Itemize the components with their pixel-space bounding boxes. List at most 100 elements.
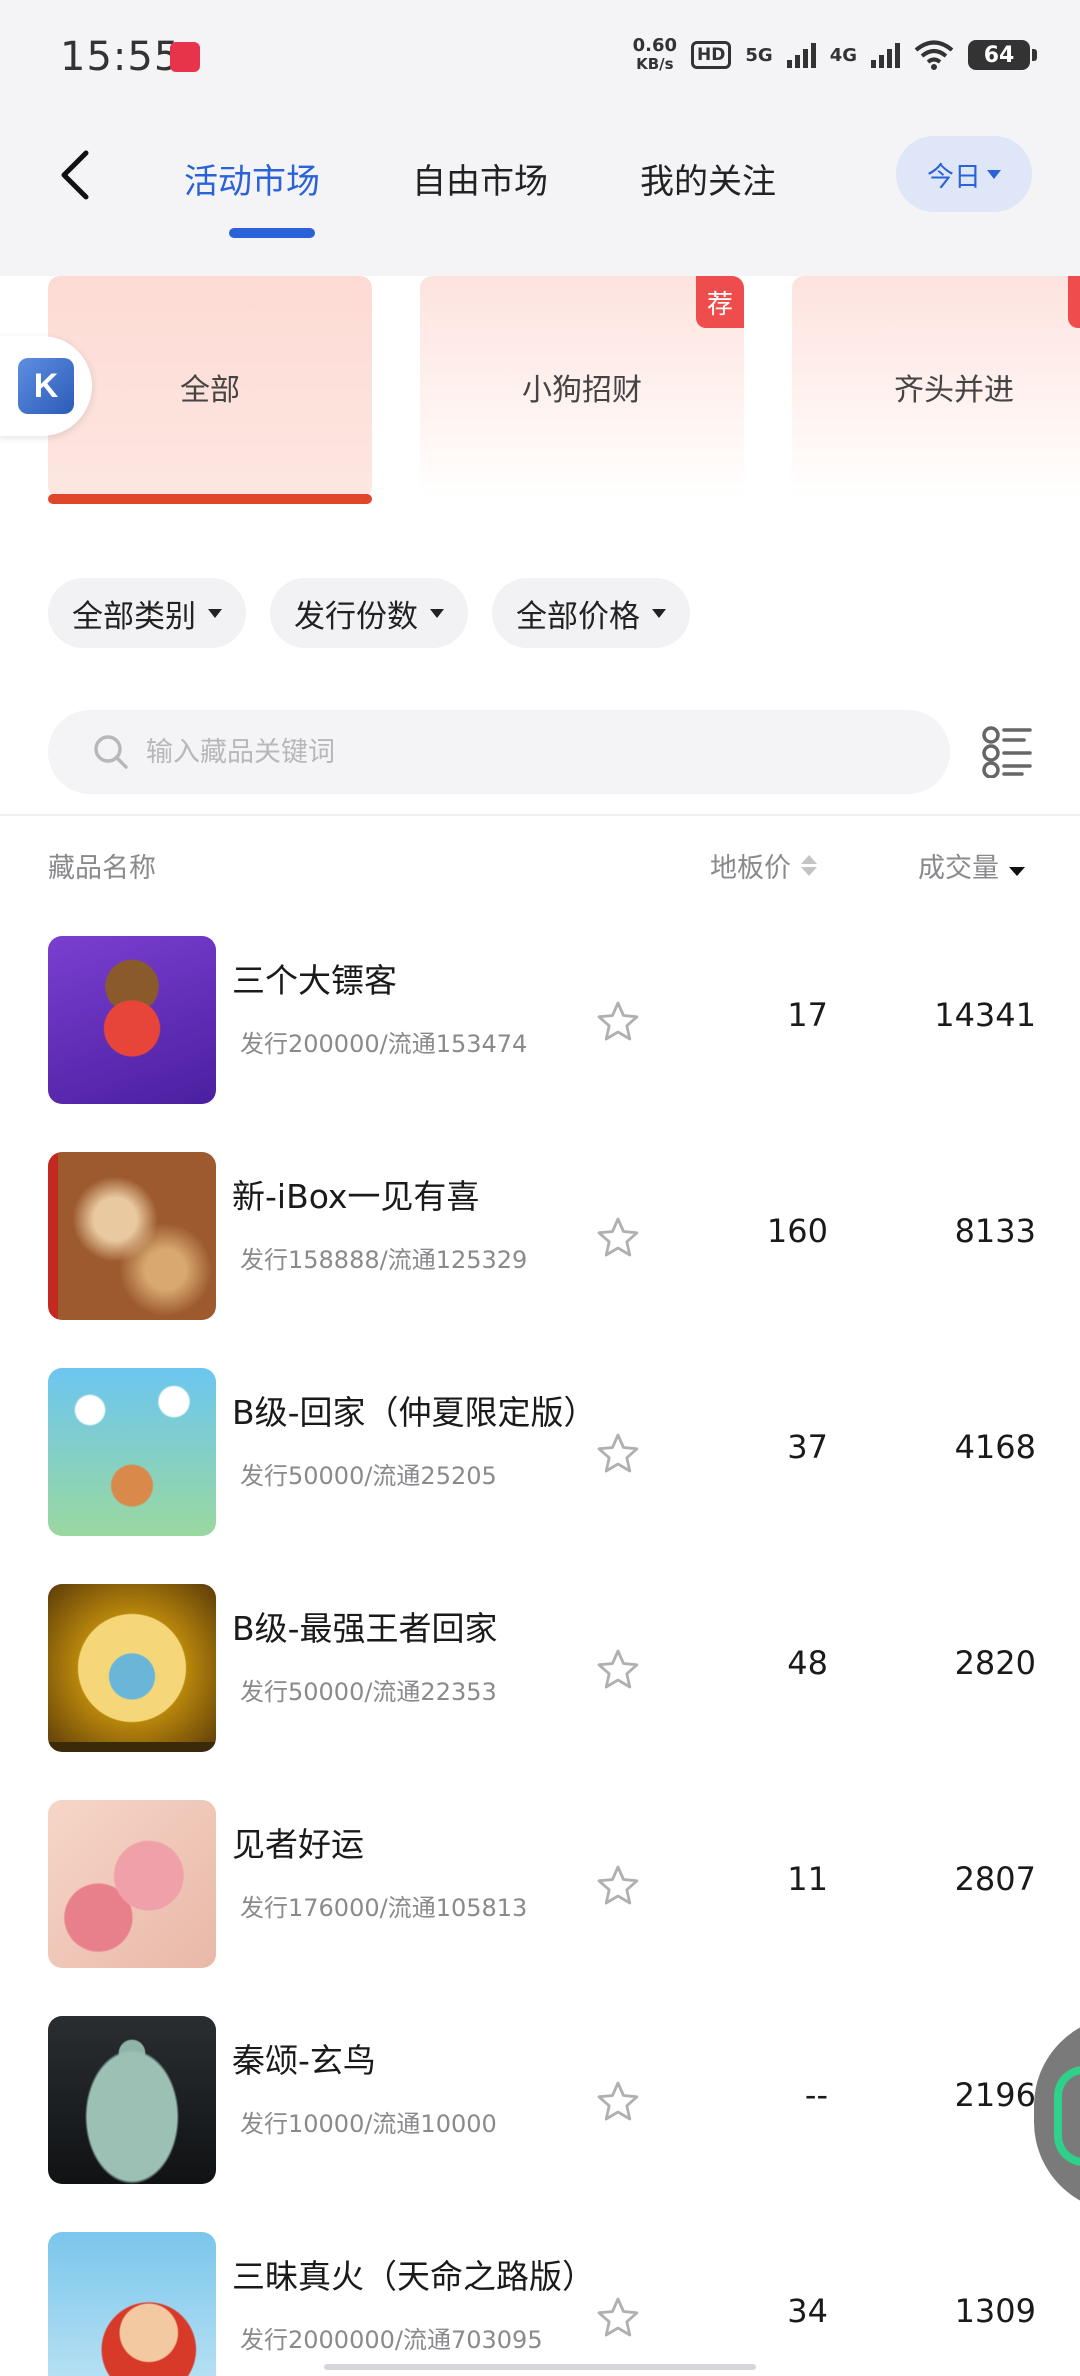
collectible-title: B级-最强王者回家 <box>232 1609 498 1648</box>
home-indicator[interactable] <box>324 2364 756 2370</box>
table-row[interactable]: 见者好运 发行176000/流通105813 11 2807 <box>0 1800 1080 2016</box>
table-row[interactable]: B级-回家（仲夏限定版） 发行50000/流通25205 37 4168 <box>0 1368 1080 1584</box>
k-logo-icon: K <box>18 358 74 414</box>
tab-activity-market[interactable]: 活动市场 <box>184 154 320 203</box>
status-icons: 0.60 KB/s HD 5G 4G 64 <box>633 36 1037 74</box>
category-card-dog[interactable]: 小狗招财 荐 <box>420 276 744 498</box>
category-label: 齐头并进 <box>894 373 1014 408</box>
category-card-all[interactable]: 全部 <box>48 276 372 498</box>
collectible-title: 三个大镖客 <box>232 961 397 1000</box>
column-header-volume[interactable]: 成交量 <box>918 846 1025 885</box>
filter-label: 发行份数 <box>294 598 418 635</box>
active-tab-indicator <box>229 228 315 238</box>
column-label: 成交量 <box>918 853 999 884</box>
floor-price: 34 <box>787 2292 828 2330</box>
collectible-thumbnail <box>48 1800 216 1968</box>
tab-free-market[interactable]: 自由市场 <box>412 154 548 203</box>
floor-price: 37 <box>787 1428 828 1466</box>
collectible-thumbnail <box>48 1152 216 1320</box>
trade-volume: 2820 <box>954 1644 1036 1682</box>
filter-label: 全部类别 <box>72 598 196 635</box>
sort-icon <box>801 855 817 876</box>
category-label: 全部 <box>180 373 240 408</box>
notification-app-icon <box>170 42 200 72</box>
list-view-toggle-icon[interactable] <box>982 724 1034 778</box>
caret-down-icon <box>430 608 444 618</box>
collectible-thumbnail <box>48 2016 216 2184</box>
collectible-supply: 发行50000/流通22353 <box>240 1678 497 1706</box>
table-row[interactable]: 三个大镖客 发行200000/流通153474 17 14341 <box>0 936 1080 1152</box>
sim1-label: 5G <box>745 44 773 66</box>
status-time: 15:55 <box>60 34 181 80</box>
trade-volume: 14341 <box>934 996 1036 1034</box>
caret-down-icon <box>208 608 222 618</box>
table-row[interactable]: 秦颂-玄鸟 发行10000/流通10000 -- 2196 <box>0 2016 1080 2232</box>
floor-price: 160 <box>766 1212 828 1250</box>
collectible-title: B级-回家（仲夏限定版） <box>232 1393 597 1432</box>
sort-desc-icon <box>1009 855 1025 876</box>
collectible-thumbnail <box>48 2232 216 2376</box>
category-carousel: 全部 小狗招财 荐 齐头并进 荐 K <box>0 276 1080 506</box>
trade-volume: 2807 <box>954 1860 1036 1898</box>
star-icon[interactable] <box>596 1648 640 1690</box>
search-bar <box>48 710 950 794</box>
collectible-title: 见者好运 <box>232 1825 364 1864</box>
hd-icon: HD <box>691 41 732 69</box>
column-label: 地板价 <box>710 853 791 884</box>
top-nav: 活动市场 自由市场 我的关注 今日 <box>0 118 1080 276</box>
column-header-name: 藏品名称 <box>48 846 156 885</box>
wifi-icon <box>914 40 954 70</box>
star-icon[interactable] <box>596 1216 640 1258</box>
sim2-label: 4G <box>829 44 857 66</box>
trade-volume: 8133 <box>954 1212 1036 1250</box>
signal-icon <box>871 42 900 68</box>
collectible-title: 秦颂-玄鸟 <box>232 2041 376 2080</box>
signal-icon <box>786 42 816 68</box>
filter-issue-count[interactable]: 发行份数 <box>270 578 468 648</box>
star-icon[interactable] <box>596 1000 640 1042</box>
trade-volume: 1309 <box>954 2292 1036 2330</box>
star-icon[interactable] <box>596 2296 640 2338</box>
tab-my-follows[interactable]: 我的关注 <box>640 154 776 203</box>
network-speed-unit: KB/s <box>636 55 674 73</box>
floor-price: 11 <box>787 1860 828 1898</box>
filter-bar: 全部类别 发行份数 全部价格 <box>48 578 690 648</box>
floor-price: -- <box>804 2076 828 2114</box>
category-label: 小狗招财 <box>522 373 642 408</box>
caret-down-icon <box>652 608 666 618</box>
star-icon[interactable] <box>596 2080 640 2122</box>
collectible-title: 三昧真火（天命之路版） <box>232 2257 595 2296</box>
collectible-supply: 发行200000/流通153474 <box>240 1030 528 1058</box>
filter-category[interactable]: 全部类别 <box>48 578 246 648</box>
collectible-supply: 发行2000000/流通703095 <box>240 2326 543 2354</box>
table-row[interactable]: 新-iBox一见有喜 发行158888/流通125329 160 8133 <box>0 1152 1080 1368</box>
network-speed-value: 0.60 <box>632 35 678 56</box>
table-row[interactable]: 三昧真火（天命之路版） 发行2000000/流通703095 34 1309 <box>0 2232 1080 2376</box>
assistant-icon <box>1054 2066 1080 2166</box>
category-card-qitou[interactable]: 齐头并进 荐 <box>792 276 1080 498</box>
collectible-supply: 发行50000/流通25205 <box>240 1462 497 1490</box>
chevron-left-icon <box>61 150 89 200</box>
star-icon[interactable] <box>596 1432 640 1474</box>
table-row[interactable]: B级-最强王者回家 发行50000/流通22353 48 2820 <box>0 1584 1080 1800</box>
active-category-indicator <box>48 494 372 504</box>
search-input[interactable] <box>146 736 846 768</box>
filter-price[interactable]: 全部价格 <box>492 578 690 648</box>
back-button[interactable] <box>44 140 104 210</box>
collectible-supply: 发行10000/流通10000 <box>240 2110 497 2138</box>
collectible-title: 新-iBox一见有喜 <box>232 1177 480 1216</box>
date-range-dropdown[interactable]: 今日 <box>896 136 1032 212</box>
collectible-thumbnail <box>48 1368 216 1536</box>
collectible-supply: 发行176000/流通105813 <box>240 1894 528 1922</box>
status-bar: 15:55 0.60 KB/s HD 5G 4G 64 <box>0 0 1080 118</box>
recommend-badge: 荐 <box>1068 276 1080 328</box>
collectible-thumbnail <box>48 936 216 1104</box>
column-header-price[interactable]: 地板价 <box>710 846 817 885</box>
battery-icon: 64 <box>968 40 1037 70</box>
column-label: 藏品名称 <box>48 853 156 884</box>
floor-price: 17 <box>787 996 828 1034</box>
network-speed: 0.60 KB/s <box>633 36 677 74</box>
recommend-badge: 荐 <box>696 276 744 328</box>
star-icon[interactable] <box>596 1864 640 1906</box>
floor-price: 48 <box>787 1644 828 1682</box>
